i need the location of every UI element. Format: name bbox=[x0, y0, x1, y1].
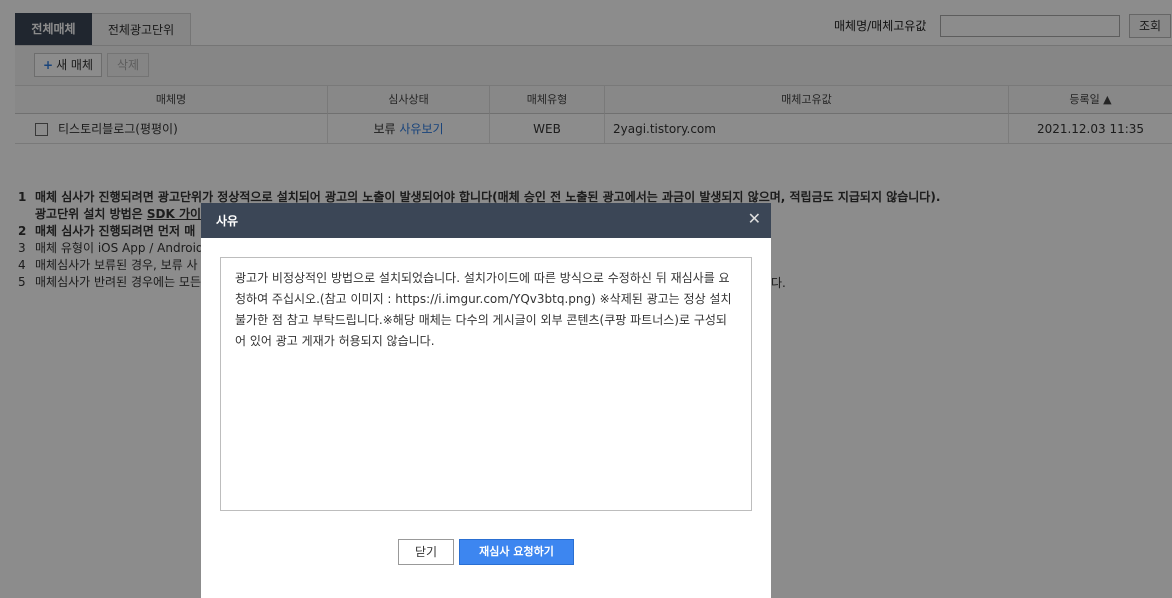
modal-header: 사유 ✕ bbox=[201, 203, 771, 238]
close-icon[interactable]: ✕ bbox=[748, 209, 761, 228]
close-button[interactable]: 닫기 bbox=[398, 539, 454, 565]
request-rereview-button[interactable]: 재심사 요청하기 bbox=[459, 539, 574, 565]
reason-textarea[interactable]: 광고가 비정상적인 방법으로 설치되었습니다. 설치가이드에 따른 방식으로 수… bbox=[220, 257, 752, 511]
modal-title: 사유 bbox=[216, 214, 239, 228]
reason-modal: 사유 ✕ 광고가 비정상적인 방법으로 설치되었습니다. 설치가이드에 따른 방… bbox=[201, 203, 771, 598]
